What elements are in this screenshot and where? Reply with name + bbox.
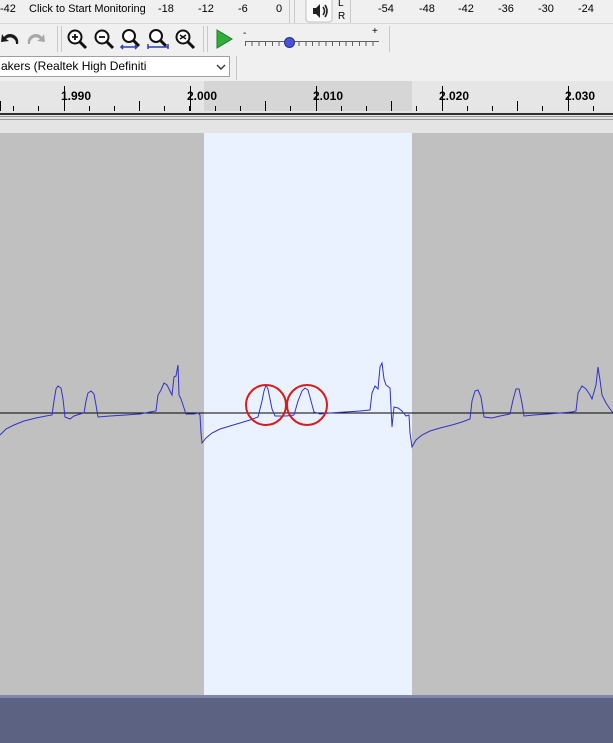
divider — [0, 119, 613, 120]
meter-tick: -6 — [238, 3, 248, 15]
start-monitoring-label[interactable]: Click to Start Monitoring — [29, 3, 146, 15]
zoom-toggle-icon[interactable] — [173, 27, 197, 51]
speaker-icon[interactable] — [304, 0, 334, 24]
ruler-tick — [0, 101, 1, 111]
chevron-down-icon[interactable] — [215, 59, 229, 75]
zoom-out-icon[interactable] — [92, 27, 116, 51]
meter-tick: 0 — [276, 3, 283, 15]
waveform — [0, 361, 613, 449]
ruler-label: 2.020 — [439, 89, 470, 103]
output-device-select[interactable]: akers (Realtek High Definiti — [0, 56, 230, 77]
redo-icon[interactable] — [24, 27, 48, 51]
meter-tick: -18 — [158, 3, 174, 15]
waveform-path — [0, 361, 613, 449]
ruler-label: 2.000 — [187, 89, 218, 103]
ruler-label: 2.030 — [565, 89, 596, 103]
meter-toolbar: -42 Click to Start Monitoring -18 -12 -6… — [0, 0, 613, 24]
playback-speed-slider[interactable]: - + — [243, 26, 383, 50]
speed-min-label: - — [243, 28, 247, 39]
ruler-ticks: 1.990 2.000 2.010 2.020 2.030 — [0, 81, 613, 111]
slider-ticks — [245, 42, 379, 46]
channel-left-label: L — [338, 0, 344, 9]
ruler-tick — [139, 101, 140, 111]
meter-tick: -24 — [578, 3, 594, 15]
meter-tick: -42 — [458, 3, 474, 15]
panel-border — [0, 695, 613, 698]
toolbar-divider — [236, 56, 237, 80]
annotation-circle — [286, 384, 328, 426]
ruler-tick — [391, 101, 392, 111]
ruler-tick — [517, 101, 518, 111]
fit-project-icon[interactable] — [146, 27, 170, 51]
divider — [0, 116, 613, 117]
meter-tick: -42 — [0, 3, 16, 15]
toolbar-divider — [207, 26, 208, 52]
meter-tick: -54 — [378, 3, 394, 15]
toolbar-divider — [203, 26, 204, 52]
ruler-label: 2.010 — [313, 89, 344, 103]
edit-toolbar: - + — [0, 24, 613, 54]
toolbar-divider — [289, 0, 290, 24]
meter-tick: -30 — [538, 3, 554, 15]
play-at-speed-icon[interactable] — [212, 27, 236, 51]
meter-tick: -36 — [498, 3, 514, 15]
audio-track[interactable] — [0, 133, 613, 695]
undo-icon[interactable] — [0, 27, 22, 51]
meter-tick: -12 — [198, 3, 214, 15]
bottom-panel — [0, 695, 613, 743]
toolbar-divider — [350, 0, 351, 24]
slider-thumb[interactable] — [284, 37, 295, 48]
toolbar-divider — [389, 26, 390, 52]
playhead-bar — [0, 113, 613, 115]
toolbar-divider — [294, 0, 295, 24]
zoom-in-icon[interactable] — [65, 27, 89, 51]
ruler-tick — [265, 101, 266, 111]
track-header-strip — [0, 111, 613, 133]
speed-max-label: + — [372, 26, 378, 37]
toolbar-divider — [61, 26, 62, 52]
output-device-value: akers (Realtek High Definiti — [1, 59, 147, 73]
toolbar-divider — [57, 26, 58, 52]
fit-selection-icon[interactable] — [119, 27, 143, 51]
channel-right-label: R — [338, 11, 346, 22]
ruler-label: 1.990 — [61, 89, 92, 103]
meter-tick: -48 — [419, 3, 435, 15]
annotation-circle — [245, 384, 287, 426]
